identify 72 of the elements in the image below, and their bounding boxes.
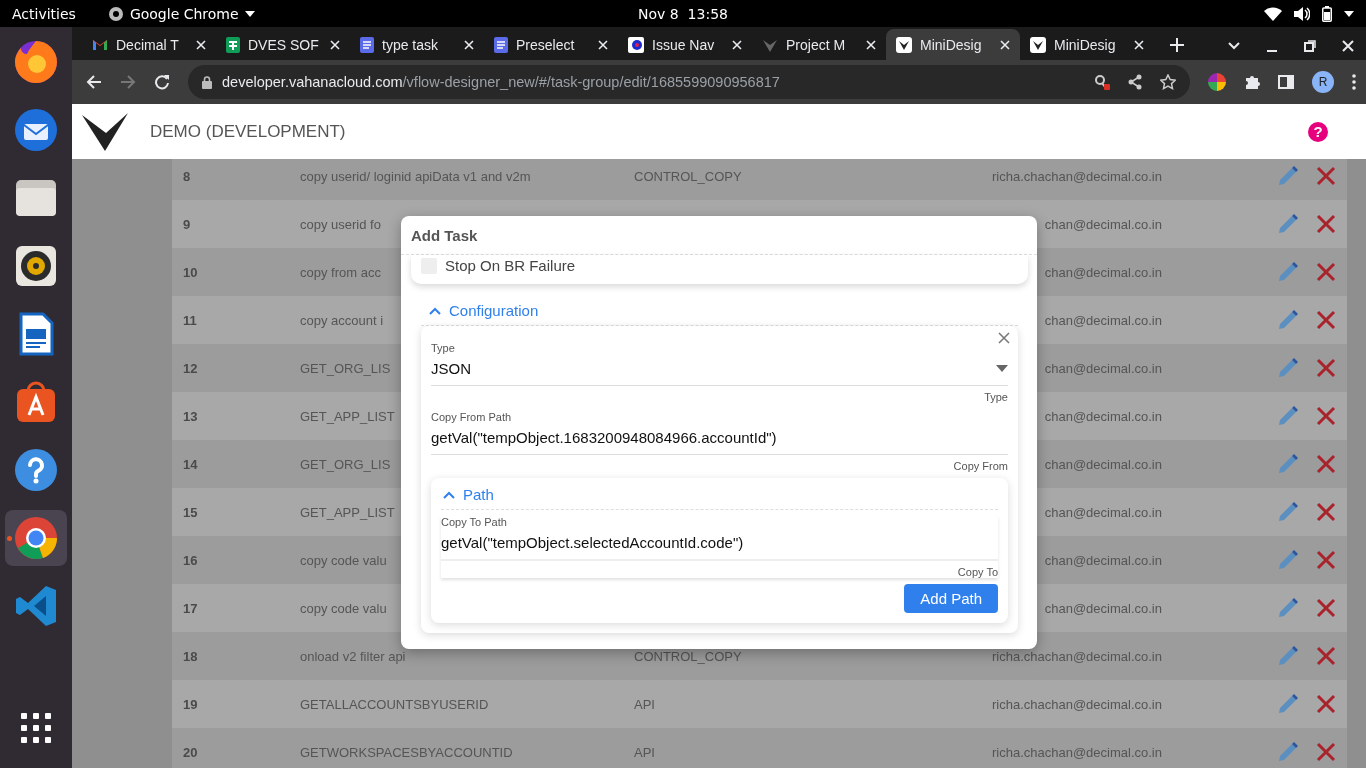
section-header[interactable]: Configuration [449,302,539,319]
copy-to-field[interactable]: getVal("tempObject.selectedAccountId.code") [441,528,998,561]
field-label: Copy To Path [441,516,508,528]
task-owner: richa.chachan@decimal.co.in [992,696,1162,712]
row-number: 20 [182,744,199,760]
browser-tab[interactable]: type task [350,29,484,60]
task-owner: chan@decimal.co.in [1044,600,1162,616]
section-header[interactable]: Path [463,486,494,503]
task-name: copy account i [300,312,384,328]
row-number: 13 [182,408,199,424]
row-number: 14 [182,456,199,472]
task-owner: richa.chachan@decimal.co.in [992,744,1162,760]
field-label: Copy From Path [431,411,513,423]
help-button[interactable]: ? [1308,121,1328,142]
row-number: 11 [182,312,198,328]
task-owner: chan@decimal.co.in [1044,264,1162,280]
task-owner: chan@decimal.co.in [1044,504,1162,520]
field-hint: Copy To [956,566,998,578]
task-owner: chan@decimal.co.in [1044,216,1162,232]
task-type: CONTROL_COPY [634,168,742,184]
task-type: CONTROL_COPY [634,648,742,664]
browser-tab[interactable]: DVES SOF [216,29,350,60]
task-owner: chan@decimal.co.in [1044,312,1162,328]
checkbox-label: Stop On BR Failure [445,257,576,274]
task-owner: richa.chachan@decimal.co.in [992,648,1162,664]
task-name: copy from acc [300,264,381,280]
browser-tab[interactable]: Issue Nav [618,29,752,60]
task-owner: chan@decimal.co.in [1044,552,1162,568]
browser-tab[interactable]: Decimal T [82,29,216,60]
task-name: GET_ORG_LIS [300,456,391,472]
task-owner: chan@decimal.co.in [1044,456,1162,472]
browser-tab[interactable]: MiniDesig [886,29,1020,60]
task-name: GETWORKSPACESBYACCOUNTID [300,744,513,760]
task-name: copy userid/ loginid apiData v1 and v2m [300,168,531,184]
field-label: Type [431,342,456,354]
task-name: GET_ORG_LIS [300,360,391,376]
row-number: 8 [182,168,192,184]
task-name: copy code valu [300,552,387,568]
dialog-title: Add Task [401,216,1037,255]
clock[interactable]: Nov 8 13:58 [638,5,728,22]
task-owner: chan@decimal.co.in [1044,408,1162,424]
task-owner: chan@decimal.co.in [1044,360,1162,376]
task-type: API [634,696,655,712]
task-type: API [634,744,655,760]
app-title: DEMO (DEVELOPMENT) [150,121,346,142]
row-number: 9 [182,216,192,232]
add-path-button[interactable]: Add Path [904,584,998,613]
browser-tab[interactable]: MiniDesig [1020,29,1154,60]
app-menu[interactable]: Google Chrome [129,5,239,22]
row-number: 18 [182,648,199,664]
type-select[interactable]: JSON [431,354,1008,386]
row-number: 16 [182,552,199,568]
task-name: GETALLACCOUNTSBYUSERID [300,696,489,712]
activities-button[interactable]: Activities [12,5,76,22]
row-number: 19 [182,696,199,712]
profile-avatar[interactable]: R [1312,71,1334,93]
copy-from-field[interactable]: getVal("tempObject.1683200948084966.accountId") [431,423,1008,455]
task-name: onload v2 filter api [300,648,406,664]
task-name: GET_APP_LIST [300,504,395,520]
task-name: copy userid fo [300,216,381,232]
row-number: 12 [182,360,199,376]
row-number: 15 [182,504,199,520]
field-hint: Type [983,391,1008,403]
browser-tab[interactable]: Project M [752,29,886,60]
row-number: 10 [182,264,199,280]
task-owner: richa.chachan@decimal.co.in [992,168,1162,184]
address-bar[interactable]: developer.vahanacloud.com/vflow-designer_new/#/task-group/edit/1685599090956817 [188,65,1190,99]
task-name: copy code valu [300,600,387,616]
row-number: 17 [182,600,199,616]
field-hint: Copy From [952,460,1008,472]
task-name: GET_APP_LIST [300,408,395,424]
browser-tab[interactable]: Preselect [484,29,618,60]
